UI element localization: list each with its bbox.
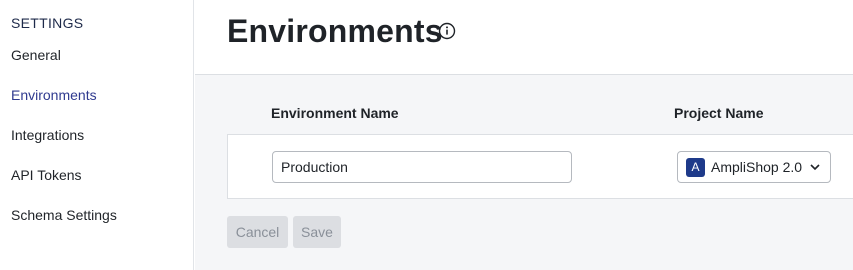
page-title: Environments [227, 13, 443, 49]
column-header-environment-name: Environment Name [271, 105, 399, 121]
column-header-project-name: Project Name [674, 105, 764, 121]
project-avatar: A [686, 158, 705, 177]
project-select[interactable]: A AmpliShop 2.0 [677, 151, 831, 183]
project-name: AmpliShop 2.0 [711, 159, 803, 175]
sidebar-item-integrations[interactable]: Integrations [11, 127, 84, 143]
chevron-down-icon [810, 164, 820, 171]
cancel-button[interactable]: Cancel [227, 216, 288, 248]
sidebar-item-schema-settings[interactable]: Schema Settings [11, 207, 117, 223]
settings-sidebar: SETTINGS General Environments Integratio… [0, 0, 194, 270]
page-header: Environments [195, 0, 853, 75]
sidebar-item-general[interactable]: General [11, 47, 61, 63]
table-row: A AmpliShop 2.0 [227, 134, 853, 199]
environments-table: Environment Name Project Name A AmpliSho… [195, 75, 853, 270]
save-button[interactable]: Save [293, 216, 341, 248]
environment-name-input[interactable] [272, 151, 572, 183]
main-panel: Environments Environment Name Project Na… [195, 0, 853, 270]
sidebar-item-environments[interactable]: Environments [11, 87, 97, 103]
sidebar-item-api-tokens[interactable]: API Tokens [11, 167, 82, 183]
info-circle-icon[interactable] [438, 22, 456, 40]
sidebar-heading: SETTINGS [11, 15, 84, 31]
